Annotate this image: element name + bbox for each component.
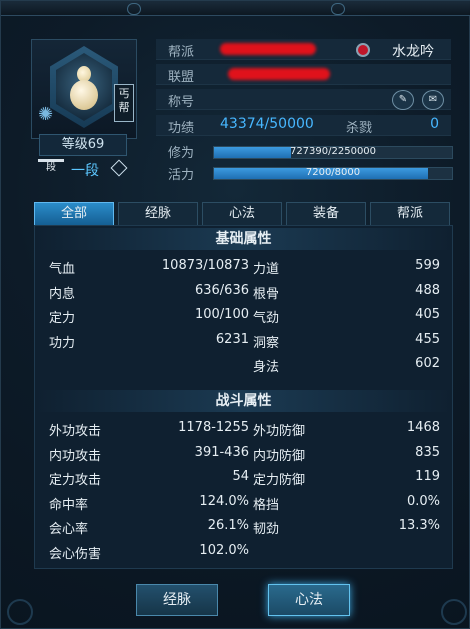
stat-name: 力道 bbox=[253, 262, 280, 277]
guild-label: 帮派 bbox=[168, 45, 195, 60]
panel-top-border bbox=[1, 1, 470, 16]
stats-panel: 基础属性 气血 10873/10873 内息 636/636 定力 100/100 功力 62… bbox=[34, 225, 453, 569]
rank-label: 一段 bbox=[71, 163, 99, 179]
stat-name: 气血 bbox=[49, 262, 76, 277]
combat-attributes-header: 战斗属性 bbox=[35, 390, 452, 412]
stat-name: 内功防御 bbox=[253, 448, 306, 464]
ornament-right-icon bbox=[331, 3, 345, 15]
diamond-icon[interactable] bbox=[110, 159, 128, 177]
tab-mind-method[interactable]: 心法 bbox=[202, 202, 282, 226]
pen-icon[interactable]: ✎ bbox=[392, 90, 414, 110]
stat-value: 599 bbox=[415, 258, 440, 273]
cultivation-value: 727390/2250000 bbox=[289, 146, 377, 157]
stat-name: 定力防御 bbox=[253, 473, 306, 488]
stat-value: 124.0% bbox=[199, 493, 249, 509]
kills-label: 杀戮 bbox=[346, 121, 373, 136]
fame-icon bbox=[356, 43, 370, 57]
gourd-icon bbox=[70, 80, 98, 110]
stat-value: 119 bbox=[415, 469, 440, 484]
title-row: 称号 ✎ ✉ bbox=[156, 89, 451, 110]
gear-icon[interactable]: ✺ bbox=[38, 104, 53, 125]
fame-name: 水龙吟 bbox=[392, 44, 434, 60]
level-label: 等级69 bbox=[39, 134, 127, 156]
cultivation-label: 修为 bbox=[168, 146, 195, 161]
vitality-value: 7200/8000 bbox=[305, 167, 361, 178]
tab-equipment[interactable]: 装备 bbox=[286, 202, 366, 226]
merit-label: 功绩 bbox=[168, 121, 195, 136]
tab-bar: 全部 经脉 心法 装备 帮派 bbox=[34, 202, 451, 226]
stat-name: 外功攻击 bbox=[49, 424, 102, 439]
stat-value: 10873/10873 bbox=[161, 258, 249, 273]
stat-name: 韧劲 bbox=[253, 522, 280, 537]
stat-value: 835 bbox=[415, 444, 440, 460]
basic-attributes-header: 基础属性 bbox=[35, 228, 452, 250]
merit-value: 43374/50000 bbox=[220, 116, 314, 132]
corner-ornament-icon bbox=[441, 599, 467, 625]
alliance-label: 联盟 bbox=[168, 70, 195, 85]
title-label: 称号 bbox=[168, 95, 195, 110]
stat-value: 602 bbox=[415, 356, 440, 371]
stat-value: 102.0% bbox=[199, 542, 249, 558]
alliance-name-redacted bbox=[228, 68, 330, 80]
guild-row: 帮派 水龙吟 bbox=[156, 39, 451, 60]
stat-name: 外功防御 bbox=[253, 424, 306, 439]
stat-name: 格挡 bbox=[253, 497, 280, 513]
stat-name: 功力 bbox=[49, 335, 76, 351]
rank-icon: 段 bbox=[38, 159, 64, 181]
sect-badge: 丐帮 bbox=[114, 84, 134, 122]
stat-value: 1178-1255 bbox=[178, 420, 249, 435]
stat-name: 洞察 bbox=[253, 335, 280, 351]
stat-name: 根骨 bbox=[253, 286, 280, 302]
title-book-icon[interactable]: ✉ bbox=[422, 90, 444, 110]
mind-method-button[interactable]: 心法 bbox=[268, 584, 350, 616]
stat-value: 405 bbox=[415, 307, 440, 322]
character-panel: 丐帮 ✺ 等级69 段 一段 帮派 水龙吟 联盟 称号 ✎ ✉ 功绩 43374… bbox=[0, 0, 470, 629]
stat-name: 内功攻击 bbox=[49, 448, 102, 464]
stat-value: 54 bbox=[232, 469, 249, 484]
ornament-left-icon bbox=[127, 3, 141, 15]
stat-name: 会心率 bbox=[49, 522, 89, 537]
stat-value: 100/100 bbox=[194, 307, 249, 322]
stat-value: 455 bbox=[415, 331, 440, 347]
stat-value: 0.0% bbox=[406, 493, 440, 509]
alliance-row: 联盟 bbox=[156, 64, 451, 85]
meridian-button[interactable]: 经脉 bbox=[136, 584, 218, 616]
tab-guild[interactable]: 帮派 bbox=[370, 202, 450, 226]
stat-name: 身法 bbox=[253, 360, 280, 375]
stat-name: 定力 bbox=[49, 311, 76, 326]
stat-value: 13.3% bbox=[398, 518, 440, 533]
stat-value: 1468 bbox=[406, 420, 440, 435]
cultivation-bar: 727390/2250000 bbox=[213, 146, 453, 159]
vitality-bar: 7200/8000 bbox=[213, 167, 453, 180]
stat-value: 6231 bbox=[215, 331, 249, 347]
guild-name-redacted bbox=[220, 43, 316, 55]
avatar: 丐帮 ✺ bbox=[31, 39, 137, 139]
stat-value: 391-436 bbox=[194, 444, 249, 460]
stat-name: 会心伤害 bbox=[49, 546, 102, 562]
stat-name: 命中率 bbox=[49, 497, 89, 513]
stat-value: 488 bbox=[415, 282, 440, 298]
vitality-label: 活力 bbox=[168, 168, 195, 183]
kills-value: 0 bbox=[430, 116, 439, 132]
tab-all[interactable]: 全部 bbox=[34, 202, 114, 226]
stat-name: 内息 bbox=[49, 286, 76, 302]
stat-name: 定力攻击 bbox=[49, 473, 102, 488]
tab-meridian[interactable]: 经脉 bbox=[118, 202, 198, 226]
merit-row: 功绩 43374/50000 杀戮 0 bbox=[156, 115, 451, 136]
corner-ornament-icon bbox=[7, 599, 33, 625]
stat-value: 636/636 bbox=[194, 282, 249, 298]
stat-name: 气劲 bbox=[253, 311, 280, 326]
stat-value: 26.1% bbox=[207, 518, 249, 533]
